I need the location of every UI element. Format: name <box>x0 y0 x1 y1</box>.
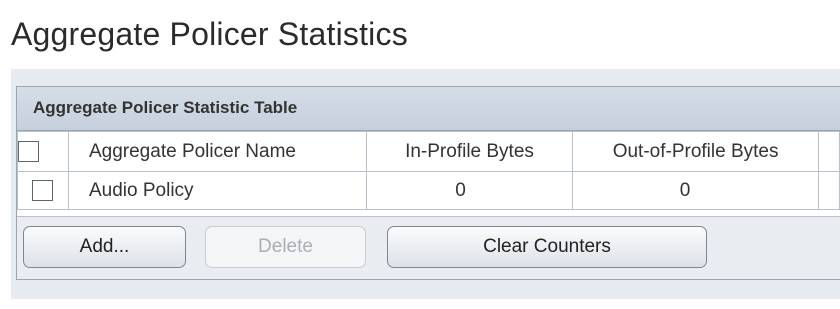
column-header-in-profile-bytes: In-Profile Bytes <box>366 131 573 172</box>
statistics-table: Aggregate Policer Name In-Profile Bytes … <box>17 131 840 210</box>
column-header-filler <box>818 131 840 172</box>
delete-button[interactable]: Delete <box>205 226 366 268</box>
select-all-cell <box>17 131 69 172</box>
row-in-profile-bytes-cell: 0 <box>366 171 573 210</box>
panel-header: Aggregate Policer Statistic Table <box>17 87 840 131</box>
row-filler-cell <box>818 171 840 210</box>
column-header-out-of-profile-bytes: Out-of-Profile Bytes <box>571 131 820 172</box>
select-all-checkbox[interactable] <box>18 140 39 162</box>
page: Aggregate Policer Statistics Aggregate P… <box>0 0 840 309</box>
add-button[interactable]: Add... <box>23 226 186 268</box>
column-header-name: Aggregate Policer Name <box>67 131 368 172</box>
panel-title: Aggregate Policer Statistic Table <box>33 98 298 117</box>
row-select-cell <box>17 171 69 210</box>
button-bar: Add... Delete Clear Counters <box>17 216 840 279</box>
table-row[interactable]: Audio Policy 0 0 <box>17 171 840 210</box>
row-checkbox[interactable] <box>32 179 54 201</box>
clear-counters-button[interactable]: Clear Counters <box>387 226 707 268</box>
table-header-row: Aggregate Policer Name In-Profile Bytes … <box>17 131 840 172</box>
row-out-of-profile-bytes-cell: 0 <box>571 171 820 210</box>
statistics-panel: Aggregate Policer Statistic Table Aggreg… <box>16 86 840 280</box>
page-title: Aggregate Policer Statistics <box>11 16 408 52</box>
row-name-cell: Audio Policy <box>67 171 368 210</box>
